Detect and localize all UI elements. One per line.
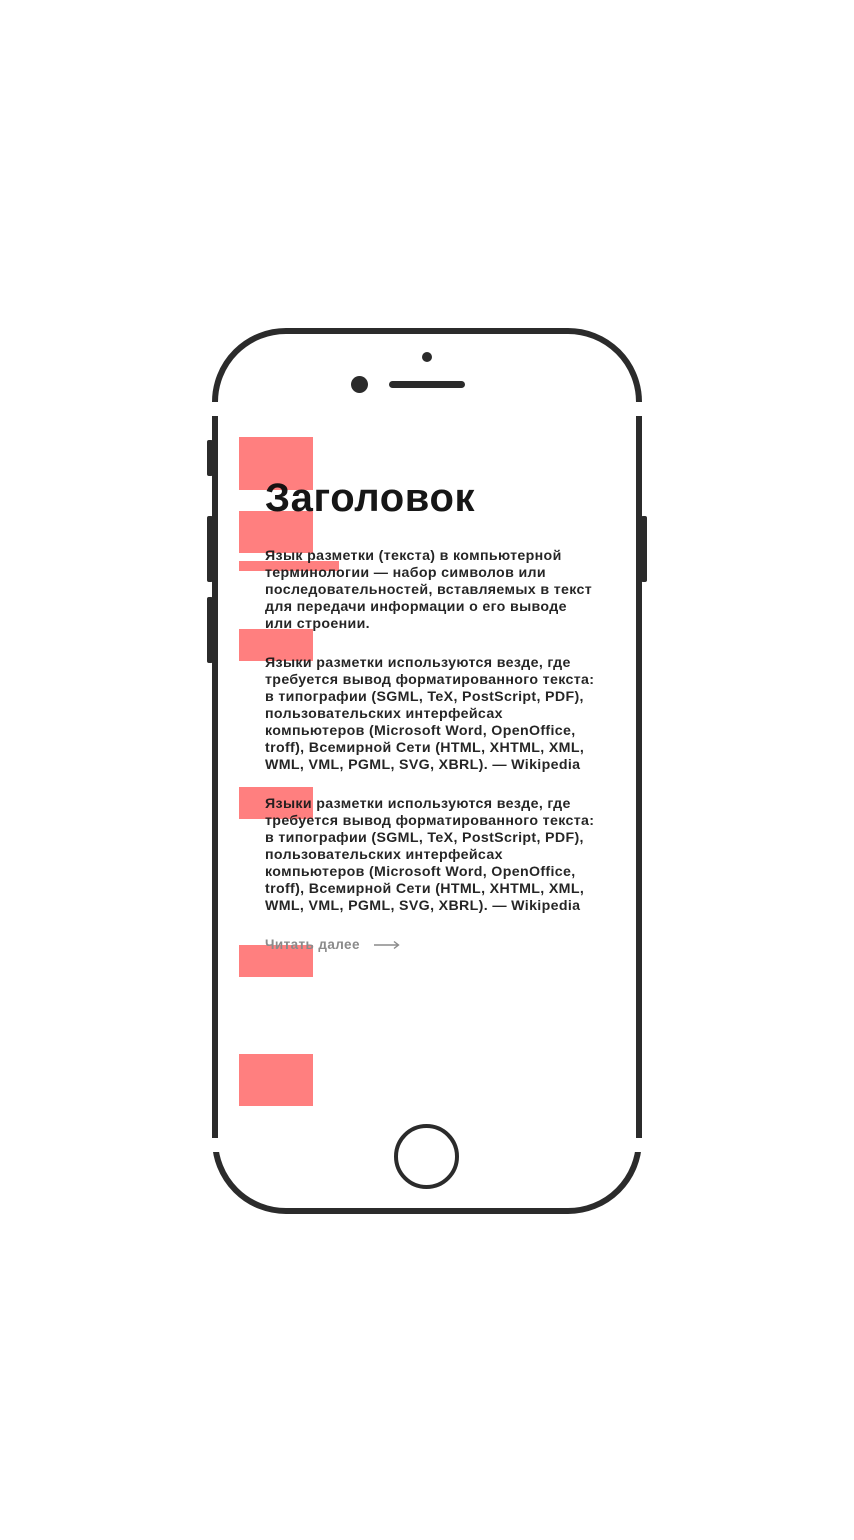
frame-gap bbox=[634, 1138, 644, 1152]
read-more-link[interactable]: Читать далее bbox=[265, 937, 400, 952]
layout-marker bbox=[239, 1054, 313, 1106]
mockup-stage: Заголовок Язык разметки (текста) в компь… bbox=[0, 0, 854, 1540]
frame-gap bbox=[210, 1138, 220, 1152]
frame-gap bbox=[634, 402, 644, 416]
front-camera bbox=[351, 376, 368, 393]
frame-gap bbox=[210, 402, 220, 416]
article-title: Заголовок bbox=[265, 476, 476, 520]
home-button[interactable] bbox=[394, 1124, 459, 1189]
arrow-right-icon bbox=[373, 940, 400, 949]
article-paragraph: Языки разметки используются везде, где т… bbox=[265, 796, 595, 914]
article-paragraph: Язык разметки (текста) в компьютерной те… bbox=[265, 548, 593, 632]
earpiece-speaker bbox=[389, 381, 465, 388]
article: Заголовок Язык разметки (текста) в компь… bbox=[265, 474, 595, 953]
read-more-label: Читать далее bbox=[265, 937, 360, 952]
proximity-sensor bbox=[422, 352, 432, 362]
article-paragraph: Языки разметки используются везде, где т… bbox=[265, 655, 595, 773]
